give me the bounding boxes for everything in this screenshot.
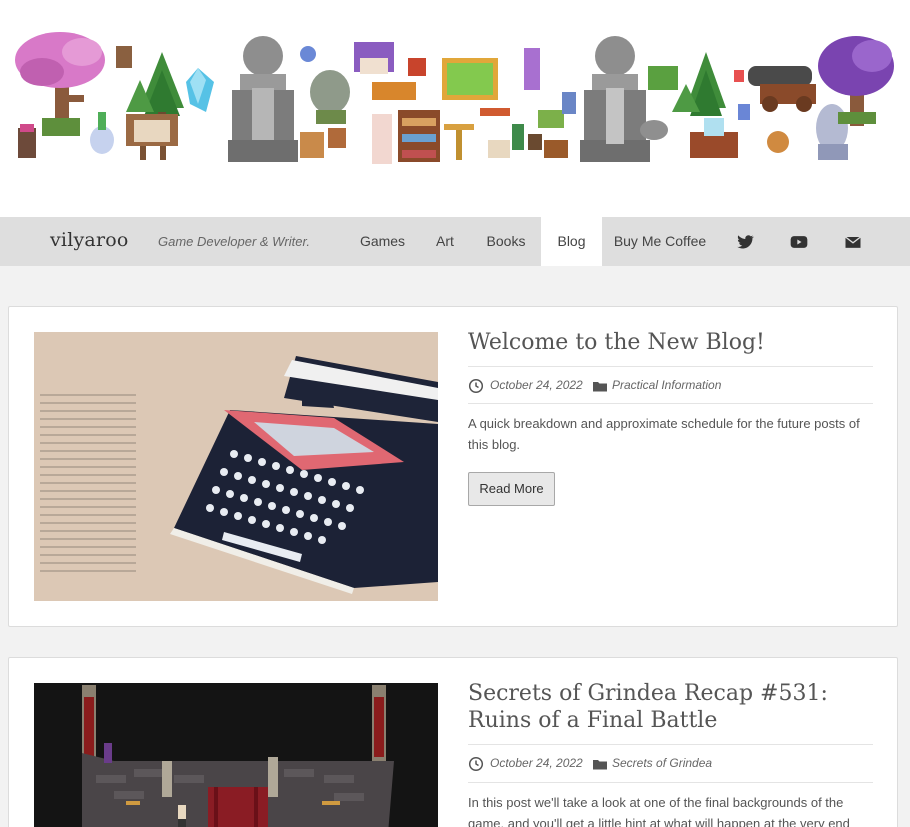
scroll-art (372, 114, 392, 164)
post-title[interactable]: Secrets of Grindea Recap #531: Ruins of … (468, 680, 873, 734)
nav-games[interactable]: Games (348, 217, 417, 266)
folder-icon (593, 760, 607, 770)
site-tagline: Game Developer & Writer. (158, 234, 310, 249)
meta-divider (468, 403, 873, 404)
site-title[interactable]: vilyaroo (50, 229, 129, 251)
folder-icon (593, 382, 607, 392)
pixel-ruins-illustration (34, 683, 438, 827)
post-excerpt: In this post we'll take a look at one of… (468, 795, 850, 827)
nav-art[interactable]: Art (425, 217, 465, 266)
youtube-icon[interactable] (789, 232, 809, 252)
navbar: vilyaroo Game Developer & Writer. Games … (0, 217, 910, 266)
post-category[interactable]: Practical Information (612, 378, 721, 392)
twitter-icon[interactable] (735, 232, 755, 252)
post-date[interactable]: October 24, 2022 (490, 378, 583, 392)
post-meta: October 24, 2022 Practical Information (468, 377, 873, 395)
stone-statue-art (228, 36, 298, 162)
title-divider (468, 744, 873, 745)
post-date[interactable]: October 24, 2022 (490, 756, 583, 770)
mail-icon[interactable] (843, 232, 863, 252)
sign-art (648, 66, 678, 90)
nav-buy-me-coffee[interactable]: Buy Me Coffee (610, 217, 710, 266)
title-divider (468, 366, 873, 367)
orb-art (300, 46, 316, 62)
vase-art (90, 126, 114, 154)
post-thumbnail[interactable] (34, 332, 438, 601)
clock-icon (468, 378, 484, 394)
cannon-art (748, 66, 816, 112)
small-frame-art (116, 46, 132, 68)
nav-blog[interactable]: Blog (541, 217, 602, 266)
header-banner (0, 0, 910, 217)
candles-art (444, 124, 474, 130)
banner-flag-art (524, 48, 540, 90)
post-card: Secrets of Grindea Recap #531: Ruins of … (8, 657, 898, 827)
pot-art (767, 131, 789, 153)
post-category[interactable]: Secrets of Grindea (612, 756, 712, 770)
post-excerpt: A quick breakdown and approximate schedu… (468, 416, 860, 452)
typewriter-illustration (34, 332, 438, 601)
gargoyle-art (310, 70, 350, 114)
flowers-art (372, 82, 416, 100)
post-card: Welcome to the New Blog! October 24, 202… (8, 306, 898, 627)
post-thumbnail[interactable] (34, 683, 438, 827)
green-tree-art (126, 52, 184, 122)
post-meta: October 24, 2022 Secrets of Grindea (468, 755, 873, 773)
clock-icon (468, 756, 484, 772)
stone-statue-art-2 (580, 36, 650, 162)
meta-divider (468, 782, 873, 783)
read-more-button[interactable]: Read More (468, 472, 555, 506)
nav-books[interactable]: Books (477, 217, 535, 266)
post-title[interactable]: Welcome to the New Blog! (468, 329, 873, 356)
green-tree-art-2 (672, 52, 726, 116)
pixel-art-banner (15, 32, 894, 164)
